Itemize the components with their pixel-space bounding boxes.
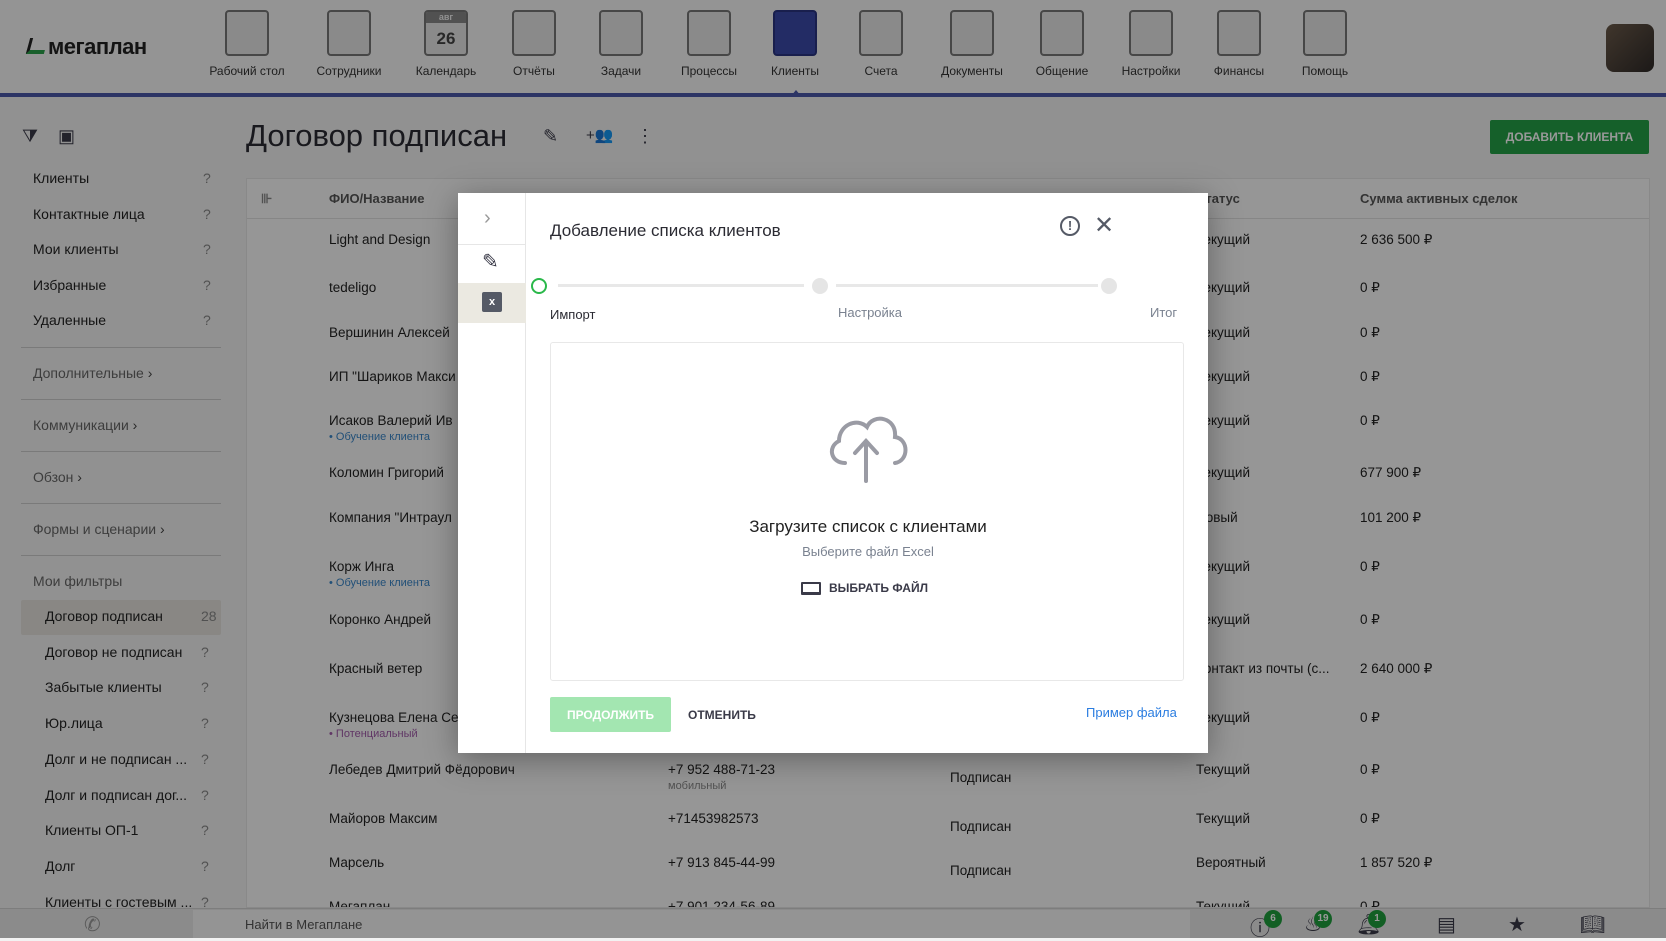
cancel-button[interactable]: ОТМЕНИТЬ <box>688 697 756 732</box>
rail-divider <box>458 244 526 245</box>
step-connector <box>558 284 804 287</box>
step-label-import: Импорт <box>550 307 596 322</box>
close-icon[interactable]: ✕ <box>1094 211 1114 240</box>
upload-hint: Выберите файл Excel <box>802 544 934 559</box>
excel-icon: x <box>482 292 502 312</box>
choose-file-button[interactable]: ВЫБРАТЬ ФАЙЛ <box>801 581 928 595</box>
dialog-side-rail: › ✎ x <box>458 193 526 753</box>
continue-button[interactable]: ПРОДОЛЖИТЬ <box>550 697 671 732</box>
excel-tab[interactable]: x <box>458 283 526 323</box>
file-drop-zone[interactable]: Загрузите список с клиентами Выберите фа… <box>550 342 1184 681</box>
step-connector <box>836 284 1098 287</box>
step-dot-import <box>531 278 547 294</box>
chevron-right-icon[interactable]: › <box>484 207 491 230</box>
sample-file-link[interactable]: Пример файла <box>1086 705 1177 720</box>
edit-pencil-icon[interactable]: ✎ <box>482 249 499 274</box>
cloud-upload-icon <box>829 416 908 483</box>
step-label-settings: Настройка <box>838 305 902 320</box>
dialog-title: Добавление списка клиентов <box>550 221 781 240</box>
choose-file-label: ВЫБРАТЬ ФАЙЛ <box>829 581 928 595</box>
step-label-result: Итог <box>1150 305 1178 320</box>
step-dot-result <box>1101 278 1117 294</box>
step-dot-settings <box>812 278 828 294</box>
upload-title: Загрузите список с клиентами <box>749 517 987 536</box>
laptop-icon <box>801 581 821 595</box>
info-icon[interactable]: ! <box>1060 216 1080 236</box>
add-client-list-dialog: › ✎ x Добавление списка клиентов ! ✕ Имп… <box>458 193 1208 753</box>
